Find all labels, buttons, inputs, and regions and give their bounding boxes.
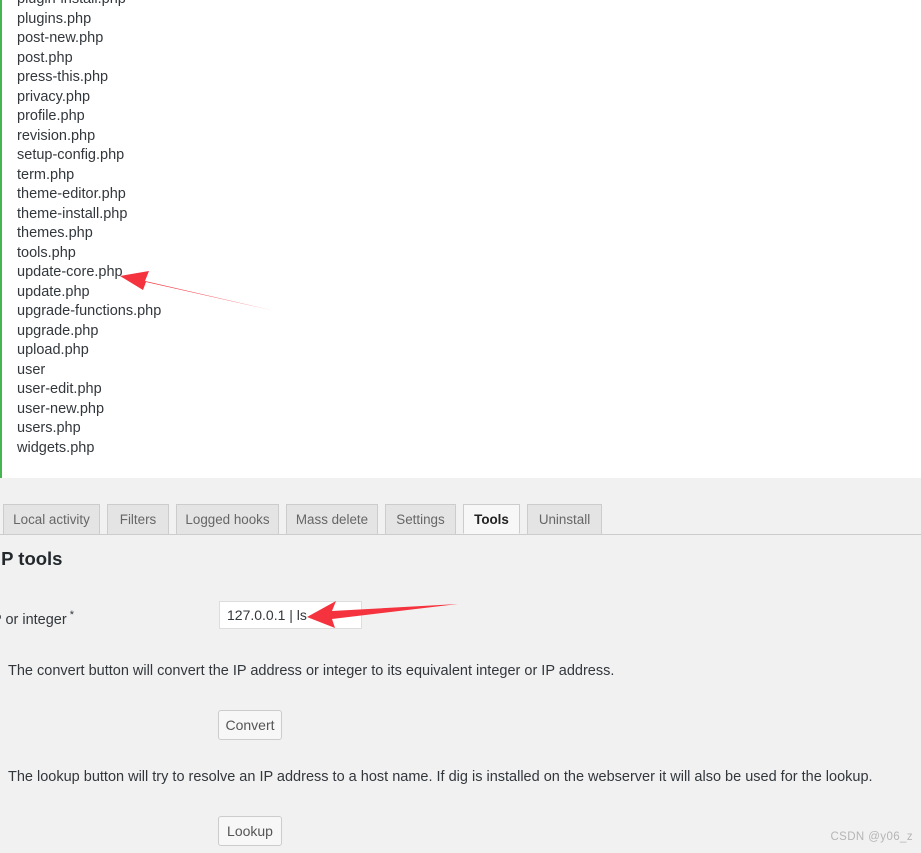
file-list-item[interactable]: privacy.php [2,88,921,108]
file-list-item[interactable]: revision.php [2,127,921,147]
tab-logged-hooks[interactable]: Logged hooks [176,504,279,534]
file-list-item[interactable]: user-edit.php [2,380,921,400]
file-list-item[interactable]: themes.php [2,224,921,244]
file-list-item[interactable]: theme-install.php [2,205,921,225]
settings-tab-bar[interactable]: Local activity Filters Logged hooks Mass de… [0,504,921,535]
file-list-item[interactable]: term.php [2,166,921,186]
file-list[interactable]: plugin-install.phpplugins.phppost-new.ph… [2,0,921,458]
ip-field-label: P or integer* [0,609,74,628]
required-asterisk: * [69,609,74,621]
file-list-item[interactable]: update-core.php [2,263,921,283]
file-list-item[interactable]: widgets.php [2,439,921,459]
tab-uninstall[interactable]: Uninstall [527,504,602,534]
file-list-item[interactable]: user [2,361,921,381]
tab-filters[interactable]: Filters [107,504,169,534]
file-list-item[interactable]: post.php [2,49,921,69]
file-list-item[interactable]: plugin-install.php [2,0,921,10]
file-list-item[interactable]: setup-config.php [2,146,921,166]
lookup-description: The lookup button will try to resolve an… [8,769,873,785]
file-list-item[interactable]: plugins.php [2,10,921,30]
file-list-item[interactable]: upgrade.php [2,322,921,342]
file-list-item[interactable]: user-new.php [2,400,921,420]
file-list-item[interactable]: upgrade-functions.php [2,302,921,322]
watermark: CSDN @y06_z [830,831,913,843]
ip-field-label-text: P or integer [0,611,67,628]
ip-or-integer-input[interactable] [219,601,362,629]
tab-settings[interactable]: Settings [385,504,456,534]
file-list-item[interactable]: upload.php [2,341,921,361]
file-list-item[interactable]: update.php [2,283,921,303]
file-list-item[interactable]: profile.php [2,107,921,127]
page-title: IP tools [0,548,63,569]
tab-tools[interactable]: Tools [463,504,520,534]
file-list-item[interactable]: press-this.php [2,68,921,88]
tab-mass-delete[interactable]: Mass delete [286,504,378,534]
lookup-button[interactable]: Lookup [218,816,282,846]
convert-description: The convert button will convert the IP a… [8,663,615,679]
file-suggestion-panel[interactable]: plugin-install.phpplugins.phppost-new.ph… [0,0,921,478]
convert-button[interactable]: Convert [218,710,282,740]
file-list-item[interactable]: theme-editor.php [2,185,921,205]
tab-local-activity[interactable]: Local activity [3,504,100,534]
file-list-item[interactable]: tools.php [2,244,921,264]
file-list-item[interactable]: users.php [2,419,921,439]
file-list-item[interactable]: post-new.php [2,29,921,49]
